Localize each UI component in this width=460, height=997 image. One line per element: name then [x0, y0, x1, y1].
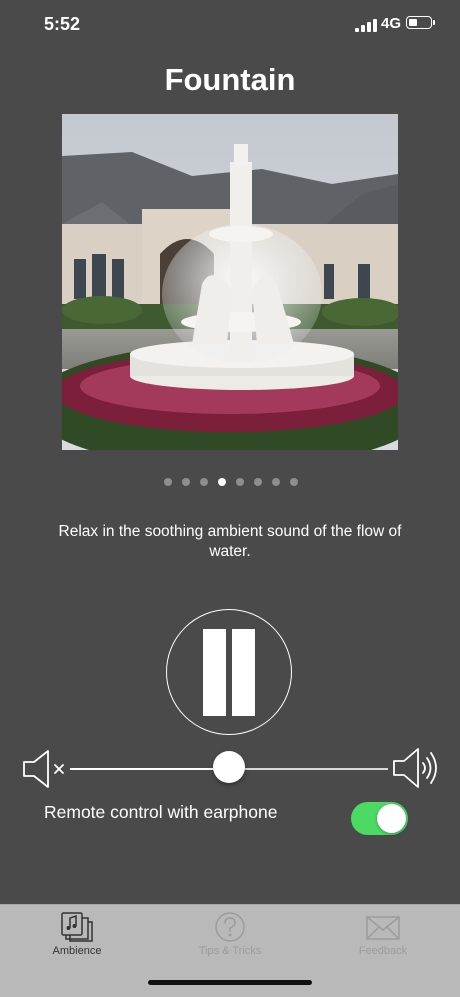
question-icon: [215, 912, 245, 942]
volume-slider-fill: [70, 768, 229, 770]
fountain-image: [62, 114, 398, 450]
page-dot[interactable]: [236, 478, 244, 486]
page-dot[interactable]: [218, 478, 226, 486]
battery-level: [409, 19, 417, 26]
tab-label: Feedback: [358, 945, 408, 957]
page-dot[interactable]: [290, 478, 298, 486]
play-pause-button[interactable]: [166, 609, 292, 735]
ambience-icon: [61, 912, 93, 942]
page-dot[interactable]: [254, 478, 262, 486]
tab-label: Tips & Tricks: [198, 945, 262, 957]
tab-label: Ambience: [52, 945, 102, 957]
battery-tip: [433, 20, 435, 25]
sound-description: Relax in the soothing ambient sound of t…: [58, 523, 402, 560]
remote-control-toggle[interactable]: [351, 802, 408, 835]
network-type: 4G: [381, 15, 402, 32]
envelope-icon: [366, 916, 400, 940]
status-bar: 5:52 4G: [0, 0, 460, 50]
battery-icon: [406, 16, 432, 29]
tab-tips-tricks[interactable]: Tips & Tricks: [153, 905, 307, 965]
volume-slider-thumb[interactable]: [213, 751, 245, 783]
page-title: Fountain: [164, 62, 296, 97]
page-dot[interactable]: [164, 478, 172, 486]
home-indicator: [148, 980, 312, 985]
remote-control-label: Remote control with earphone: [44, 802, 278, 822]
signal-icon: [355, 19, 377, 32]
pause-icon: [203, 629, 226, 716]
page-indicator[interactable]: [164, 478, 298, 488]
toggle-knob: [377, 804, 406, 833]
fountain-photo[interactable]: [62, 114, 398, 450]
page-dot[interactable]: [200, 478, 208, 486]
page-dot[interactable]: [182, 478, 190, 486]
page-dot[interactable]: [272, 478, 280, 486]
volume-mute-icon[interactable]: [22, 748, 68, 790]
tab-feedback[interactable]: Feedback: [306, 905, 460, 965]
tab-ambience[interactable]: Ambience: [0, 905, 154, 965]
volume-max-icon[interactable]: [392, 746, 440, 790]
status-time: 5:52: [44, 14, 81, 34]
pause-icon-bar: [232, 629, 255, 716]
